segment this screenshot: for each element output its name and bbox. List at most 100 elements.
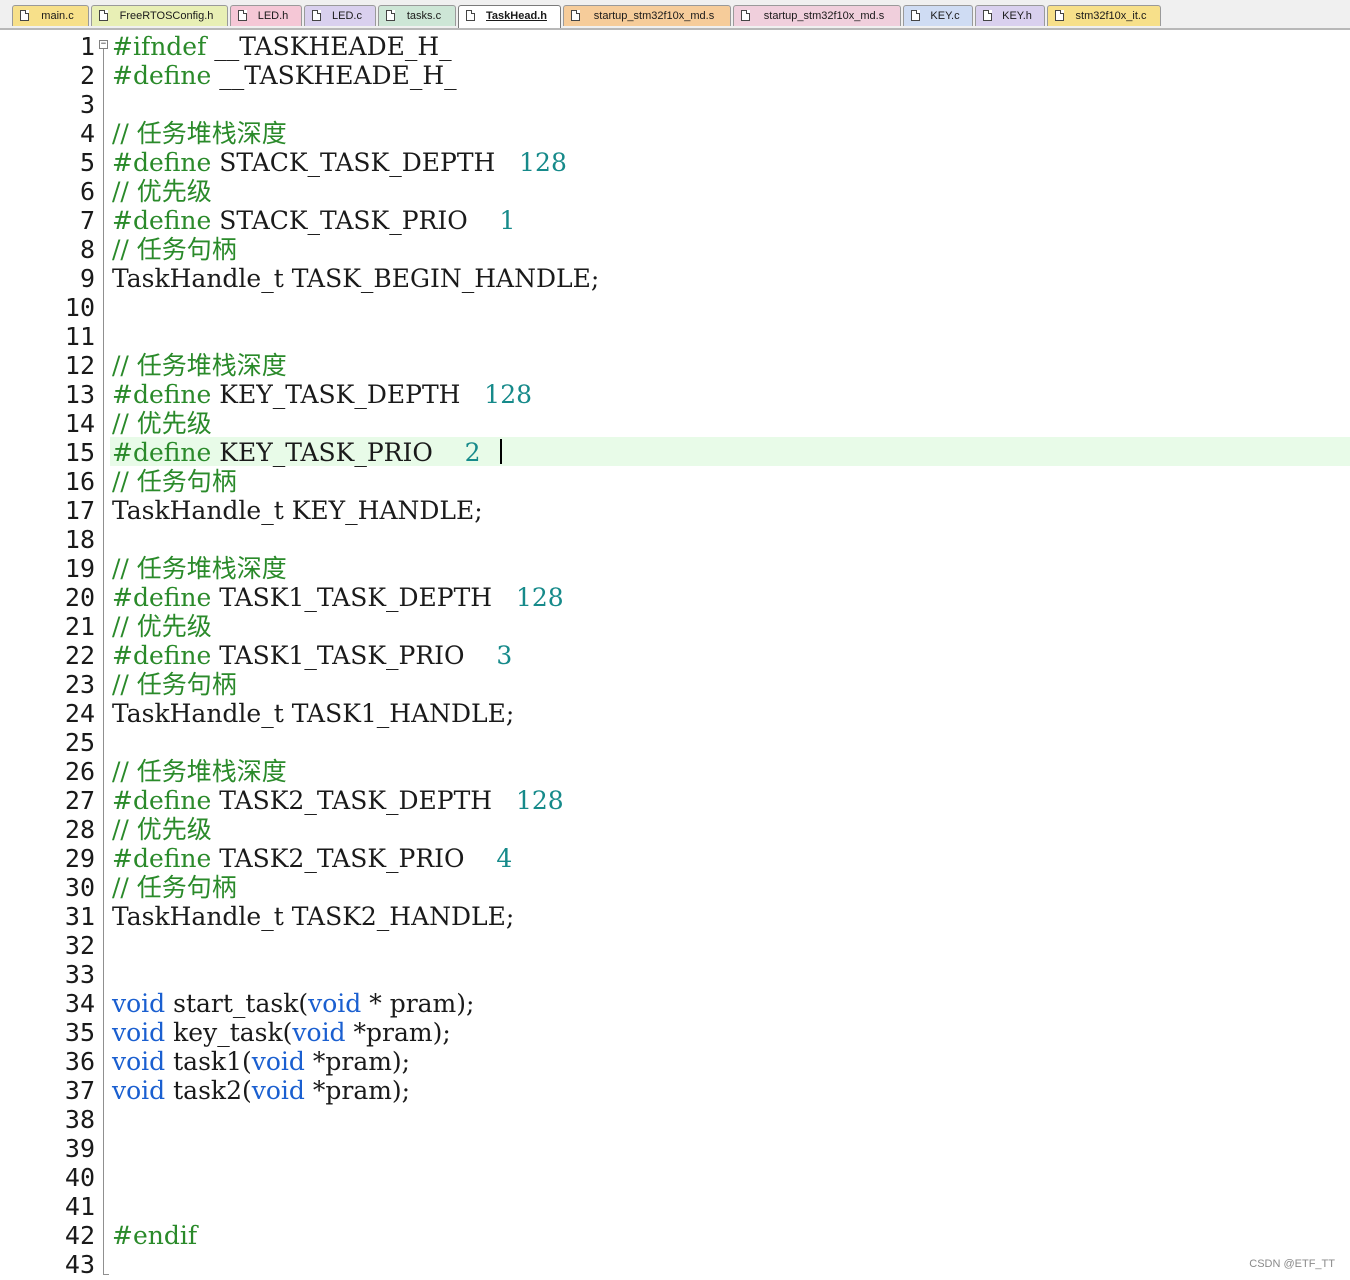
tab-label: tasks.c [406, 10, 442, 22]
code-line[interactable]: // 任务堆栈深度 [112, 757, 287, 786]
line-number: 43 [64, 1250, 95, 1279]
line-number: 41 [64, 1192, 95, 1221]
code-token: start_task( [165, 989, 309, 1018]
code-token: // 任务句柄 [112, 467, 237, 496]
code-line[interactable]: #define __TASKHEADE_H_ [112, 61, 457, 90]
code-token: 128 [519, 148, 567, 177]
code-line[interactable]: void task1(void *pram); [112, 1047, 410, 1076]
code-line[interactable]: // 优先级 [112, 177, 212, 206]
editor-tab-bar: main.c FreeRTOSConfig.h LED.h LED.c tasks.c T… [0, 0, 1350, 30]
code-token: #define [112, 61, 220, 90]
code-line[interactable]: // 任务堆栈深度 [112, 119, 287, 148]
code-line[interactable]: void task2(void *pram); [112, 1076, 410, 1105]
code-token: TaskHandle_t TASK_BEGIN_HANDLE; [112, 264, 600, 293]
code-token: // 优先级 [112, 177, 212, 206]
code-token: void [251, 1047, 305, 1076]
code-token: #define [112, 844, 220, 873]
code-token: #define [112, 438, 220, 467]
code-line[interactable]: TaskHandle_t KEY_HANDLE; [112, 496, 483, 525]
code-token: 128 [515, 583, 564, 612]
code-line[interactable]: // 任务句柄 [112, 670, 237, 699]
code-token: #define [112, 206, 220, 235]
line-number: 26 [64, 757, 95, 786]
tab-taskhead-h[interactable]: TaskHead.h [458, 5, 561, 28]
code-token: TASK2_TASK_DEPTH [219, 786, 516, 815]
code-line[interactable]: #ifndef __TASKHEADE_H_ [112, 32, 452, 61]
code-line[interactable]: TaskHandle_t TASK1_HANDLE; [112, 699, 514, 728]
tab-stm32f10x-it-c[interactable]: stm32f10x_it.c [1047, 5, 1161, 26]
line-number: 19 [64, 554, 95, 583]
code-line[interactable]: #define STACK_TASK_DEPTH 128 [112, 148, 567, 177]
code-line[interactable]: #define TASK1_TASK_DEPTH 128 [112, 583, 564, 612]
code-token: key_task( [165, 1018, 293, 1047]
line-number: 29 [64, 844, 95, 873]
text-caret [500, 439, 502, 464]
code-token: #define [112, 641, 220, 670]
code-line[interactable]: // 任务堆栈深度 [112, 554, 287, 583]
code-line[interactable]: // 优先级 [112, 612, 212, 641]
tab-main-c[interactable]: main.c [12, 5, 89, 26]
line-number: 30 [64, 873, 95, 902]
code-token: __TASKHEADE_H_ [219, 61, 457, 90]
code-token: // 任务堆栈深度 [112, 119, 287, 148]
code-line[interactable]: #define TASK2_TASK_DEPTH 128 [112, 786, 564, 815]
line-number: 7 [79, 206, 95, 235]
tab-startup-stm32f10x-md-s[interactable]: startup_stm32f10x_md.s [563, 5, 731, 26]
watermark: CSDN @ETF_TT [1249, 1258, 1335, 1270]
line-number: 2 [79, 61, 95, 90]
tab-label: LED.h [257, 10, 289, 22]
tab-label: FreeRTOSConfig.h [119, 10, 214, 22]
code-line[interactable]: // 任务句柄 [112, 235, 237, 264]
code-token: #ifndef [112, 32, 215, 61]
tab-startup-stm32f10x-md-s[interactable]: startup_stm32f10x_md.s [733, 5, 901, 26]
fold-guide-end [103, 1274, 109, 1275]
code-line[interactable]: void start_task(void * pram); [112, 989, 474, 1018]
code-line[interactable]: // 任务句柄 [112, 873, 237, 902]
fold-toggle-icon[interactable]: − [99, 40, 108, 49]
code-token: task2( [165, 1076, 252, 1105]
code-line[interactable]: TaskHandle_t TASK2_HANDLE; [112, 902, 514, 931]
code-line[interactable]: // 优先级 [112, 409, 212, 438]
tab-label: main.c [41, 10, 74, 22]
tab-label: KEY.c [930, 10, 960, 22]
code-line[interactable]: #define TASK2_TASK_PRIO 4 [112, 844, 512, 873]
line-number: 4 [79, 119, 95, 148]
code-line[interactable]: #define KEY_TASK_DEPTH 128 [112, 380, 532, 409]
line-number: 35 [64, 1018, 95, 1047]
tab-label: KEY.h [1002, 10, 1032, 22]
line-number: 32 [64, 931, 95, 960]
code-token: STACK_TASK_PRIO [219, 206, 500, 235]
tab-key-c[interactable]: KEY.c [903, 5, 973, 26]
code-token: #define [112, 148, 220, 177]
tab-label: startup_stm32f10x_md.s [763, 10, 885, 22]
line-number: 42 [64, 1221, 95, 1250]
code-line[interactable]: #define KEY_TASK_PRIO 2 [112, 438, 481, 467]
tab-key-h[interactable]: KEY.h [975, 5, 1045, 26]
code-token: TASK2_TASK_PRIO [219, 844, 497, 873]
code-token: #define [112, 583, 220, 612]
code-token: TaskHandle_t TASK2_HANDLE; [112, 902, 515, 931]
code-token: void [112, 989, 166, 1018]
code-token: *pram); [345, 1018, 451, 1047]
code-line[interactable]: // 优先级 [112, 815, 212, 844]
code-line[interactable]: #endif [112, 1221, 197, 1250]
line-number: 11 [64, 322, 95, 351]
code-line[interactable]: #define TASK1_TASK_PRIO 3 [112, 641, 512, 670]
code-line[interactable]: // 任务堆栈深度 [112, 351, 287, 380]
tab-tasks-c[interactable]: tasks.c [378, 5, 456, 26]
code-line[interactable]: #define STACK_TASK_PRIO 1 [112, 206, 515, 235]
line-number: 1 [79, 32, 95, 61]
tab-led-c[interactable]: LED.c [304, 5, 376, 26]
code-line[interactable]: void key_task(void *pram); [112, 1018, 451, 1047]
code-token: #endif [112, 1221, 198, 1250]
line-number: 18 [64, 525, 95, 554]
code-token: void [112, 1076, 166, 1105]
code-line[interactable]: // 任务句柄 [112, 467, 237, 496]
tab-led-h[interactable]: LED.h [230, 5, 302, 26]
line-number: 28 [64, 815, 95, 844]
code-line[interactable]: TaskHandle_t TASK_BEGIN_HANDLE; [112, 264, 599, 293]
line-number: 5 [79, 148, 95, 177]
code-token: TASK1_TASK_DEPTH [219, 583, 516, 612]
fold-guide-line [103, 49, 104, 1275]
tab-freertosconfig-h[interactable]: FreeRTOSConfig.h [91, 5, 228, 26]
